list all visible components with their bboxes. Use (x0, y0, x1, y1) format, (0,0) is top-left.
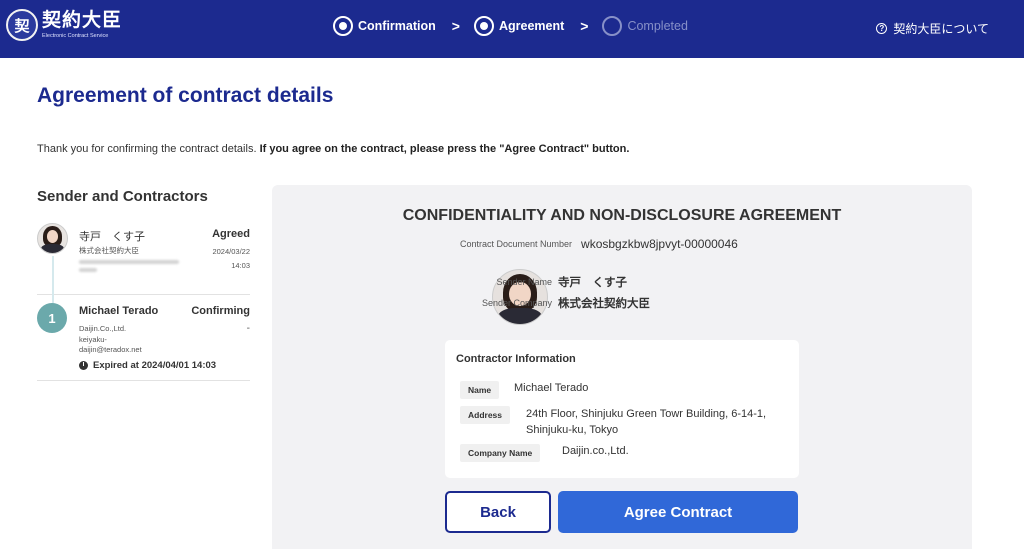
contract-card: CONFIDENTIALITY AND NON-DISCLOSURE AGREE… (272, 185, 972, 549)
address-label: Address (460, 406, 511, 424)
document-number-label: Contract Document Number (460, 239, 573, 249)
step-label: Confirmation (358, 19, 436, 33)
contractor-email-line2: daijin@teradox.net (79, 345, 142, 354)
step-label: Agreement (498, 19, 565, 33)
company-name-value: Daijin.co.,Ltd. (562, 445, 629, 457)
contractor-name: Michael Terado (79, 305, 159, 317)
step-agreement: Agreement (473, 16, 565, 36)
contractor-entry: 1 Michael Terado Confirming - Daijin.Co.… (37, 295, 250, 381)
help-icon: ? (876, 23, 888, 34)
sender-name-label: Sender Name (496, 277, 552, 287)
intro-plain: Thank you for confirming the contract de… (37, 143, 260, 155)
redacted-line (79, 260, 179, 264)
intro-text: Thank you for confirming the contract de… (37, 143, 629, 155)
intro-bold: If you agree on the contract, please pre… (259, 143, 630, 155)
document-title: CONFIDENTIALITY AND NON-DISCLOSURE AGREE… (402, 207, 842, 224)
step-label: Completed (627, 19, 688, 33)
sender-avatar (37, 223, 68, 254)
sender-date: 2024/03/22 (212, 247, 250, 256)
contractor-number-badge: 1 (37, 303, 67, 333)
about-link[interactable]: ? 契約大臣について (876, 20, 989, 37)
chevron-right-icon: > (580, 18, 589, 34)
contractor-company: Daijin.Co.,Ltd. (79, 324, 127, 333)
step-completed: Completed (602, 16, 688, 36)
name-value: Michael Terado (514, 382, 589, 394)
name-label: Name (460, 381, 500, 399)
sender-company-label: Sender Company (481, 298, 552, 308)
sender-name-row: Sender Name 寺戸 くす子 (462, 274, 627, 290)
address-line1: 24th Floor, Shinjuku Green Towr Building… (526, 408, 767, 420)
contractor-info-heading: Contractor Information (456, 353, 576, 365)
sender-status: Agreed (212, 228, 250, 240)
company-name-label: Company Name (460, 444, 541, 462)
logo-seal-icon: 契 (6, 9, 38, 41)
sender-company-value: 株式会社契約大臣 (558, 298, 650, 310)
contractor-status: Confirming (191, 305, 250, 317)
progress-steps: Confirmation > Agreement > Completed (333, 16, 688, 36)
expiry-text: Expired at 2024/04/01 14:03 (93, 360, 217, 371)
document-number-row: Contract Document Number wkosbgzkbw8jpvy… (460, 237, 738, 251)
sender-time: 14:03 (231, 261, 250, 270)
step-active-icon (473, 16, 494, 36)
contractor-status-detail: - (246, 323, 250, 334)
step-pending-icon (602, 16, 623, 36)
step-done-icon (333, 16, 353, 36)
sender-company-row: Sender Company 株式会社契約大臣 (462, 295, 650, 311)
expiry-notice: Expired at 2024/04/01 14:03 (79, 360, 216, 371)
sender-name: 寺戸 くす子 (79, 231, 145, 243)
top-header: 契 契約大臣 Electronic Contract Service Confi… (0, 0, 1024, 58)
sender-name-value: 寺戸 くす子 (558, 277, 627, 289)
page-title: Agreement of contract details (37, 84, 334, 107)
clock-icon (79, 361, 88, 370)
chevron-right-icon: > (451, 18, 460, 34)
sender-contractors-panel: Sender and Contractors 寺戸 くす子 株式会社契約大臣 A… (37, 188, 250, 381)
document-number-value: wkosbgzkbw8jpvyt-00000046 (581, 237, 738, 251)
agree-contract-button[interactable]: Agree Contract (558, 491, 798, 533)
contractor-info-box: Contractor Information Name Michael Tera… (445, 340, 799, 478)
back-button[interactable]: Back (445, 491, 551, 533)
about-label: 契約大臣について (893, 22, 989, 36)
step-confirmation: Confirmation (333, 16, 436, 36)
logo-name: 契約大臣 (42, 10, 123, 31)
sender-entry: 寺戸 くす子 株式会社契約大臣 Agreed 2024/03/22 14:03 (37, 223, 250, 308)
app-logo[interactable]: 契 契約大臣 Electronic Contract Service (6, 9, 122, 41)
sender-company: 株式会社契約大臣 (79, 246, 139, 255)
redacted-line (79, 268, 97, 272)
logo-subtitle: Electronic Contract Service (42, 33, 109, 39)
sidebar-heading: Sender and Contractors (37, 188, 208, 205)
address-line2: Shinjuku-ku, Tokyo (526, 424, 619, 436)
